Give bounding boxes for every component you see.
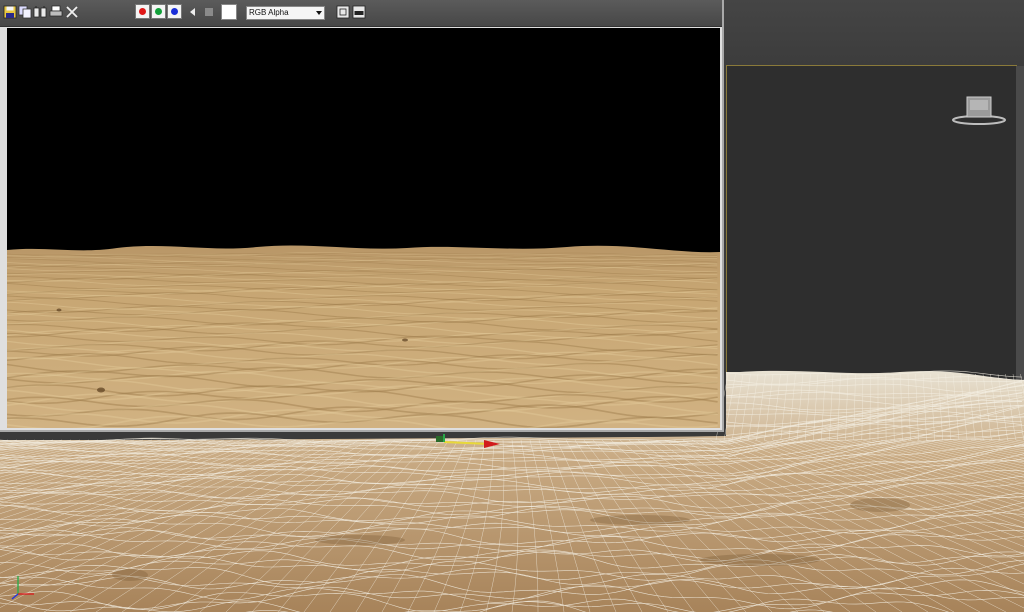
rendered-frame-window[interactable]: RGB Alpha bbox=[0, 0, 724, 432]
frame-window-toolbar: RGB Alpha bbox=[0, 0, 722, 27]
display-channel-select[interactable]: RGB Alpha bbox=[246, 6, 325, 20]
red-channel-toggle[interactable] bbox=[135, 4, 150, 19]
blue-dot-icon bbox=[171, 8, 178, 15]
print-icon[interactable] bbox=[49, 5, 63, 19]
clone-window-icon[interactable] bbox=[33, 5, 47, 19]
alpha-toggle-icon[interactable] bbox=[186, 5, 200, 19]
axis-tripod-icon bbox=[11, 576, 34, 600]
copy-image-icon[interactable] bbox=[18, 5, 32, 19]
transform-gizmo-icon[interactable] bbox=[430, 432, 510, 454]
save-image-icon[interactable] bbox=[3, 5, 17, 19]
viewcube-icon[interactable] bbox=[950, 92, 1010, 128]
toggle-ui-overlay-icon[interactable] bbox=[336, 5, 350, 19]
clear-icon[interactable] bbox=[65, 5, 79, 19]
chevron-down-icon bbox=[316, 11, 322, 15]
rendered-sand-image bbox=[7, 28, 720, 428]
green-dot-icon bbox=[155, 8, 162, 15]
green-channel-toggle[interactable] bbox=[151, 4, 166, 19]
monochrome-icon[interactable] bbox=[202, 5, 216, 19]
blue-channel-toggle[interactable] bbox=[167, 4, 182, 19]
color-swatch[interactable] bbox=[221, 4, 237, 20]
toggle-ui-icon[interactable] bbox=[352, 5, 366, 19]
red-dot-icon bbox=[139, 8, 146, 15]
display-channel-value: RGB Alpha bbox=[249, 8, 289, 17]
render-image bbox=[7, 28, 720, 428]
